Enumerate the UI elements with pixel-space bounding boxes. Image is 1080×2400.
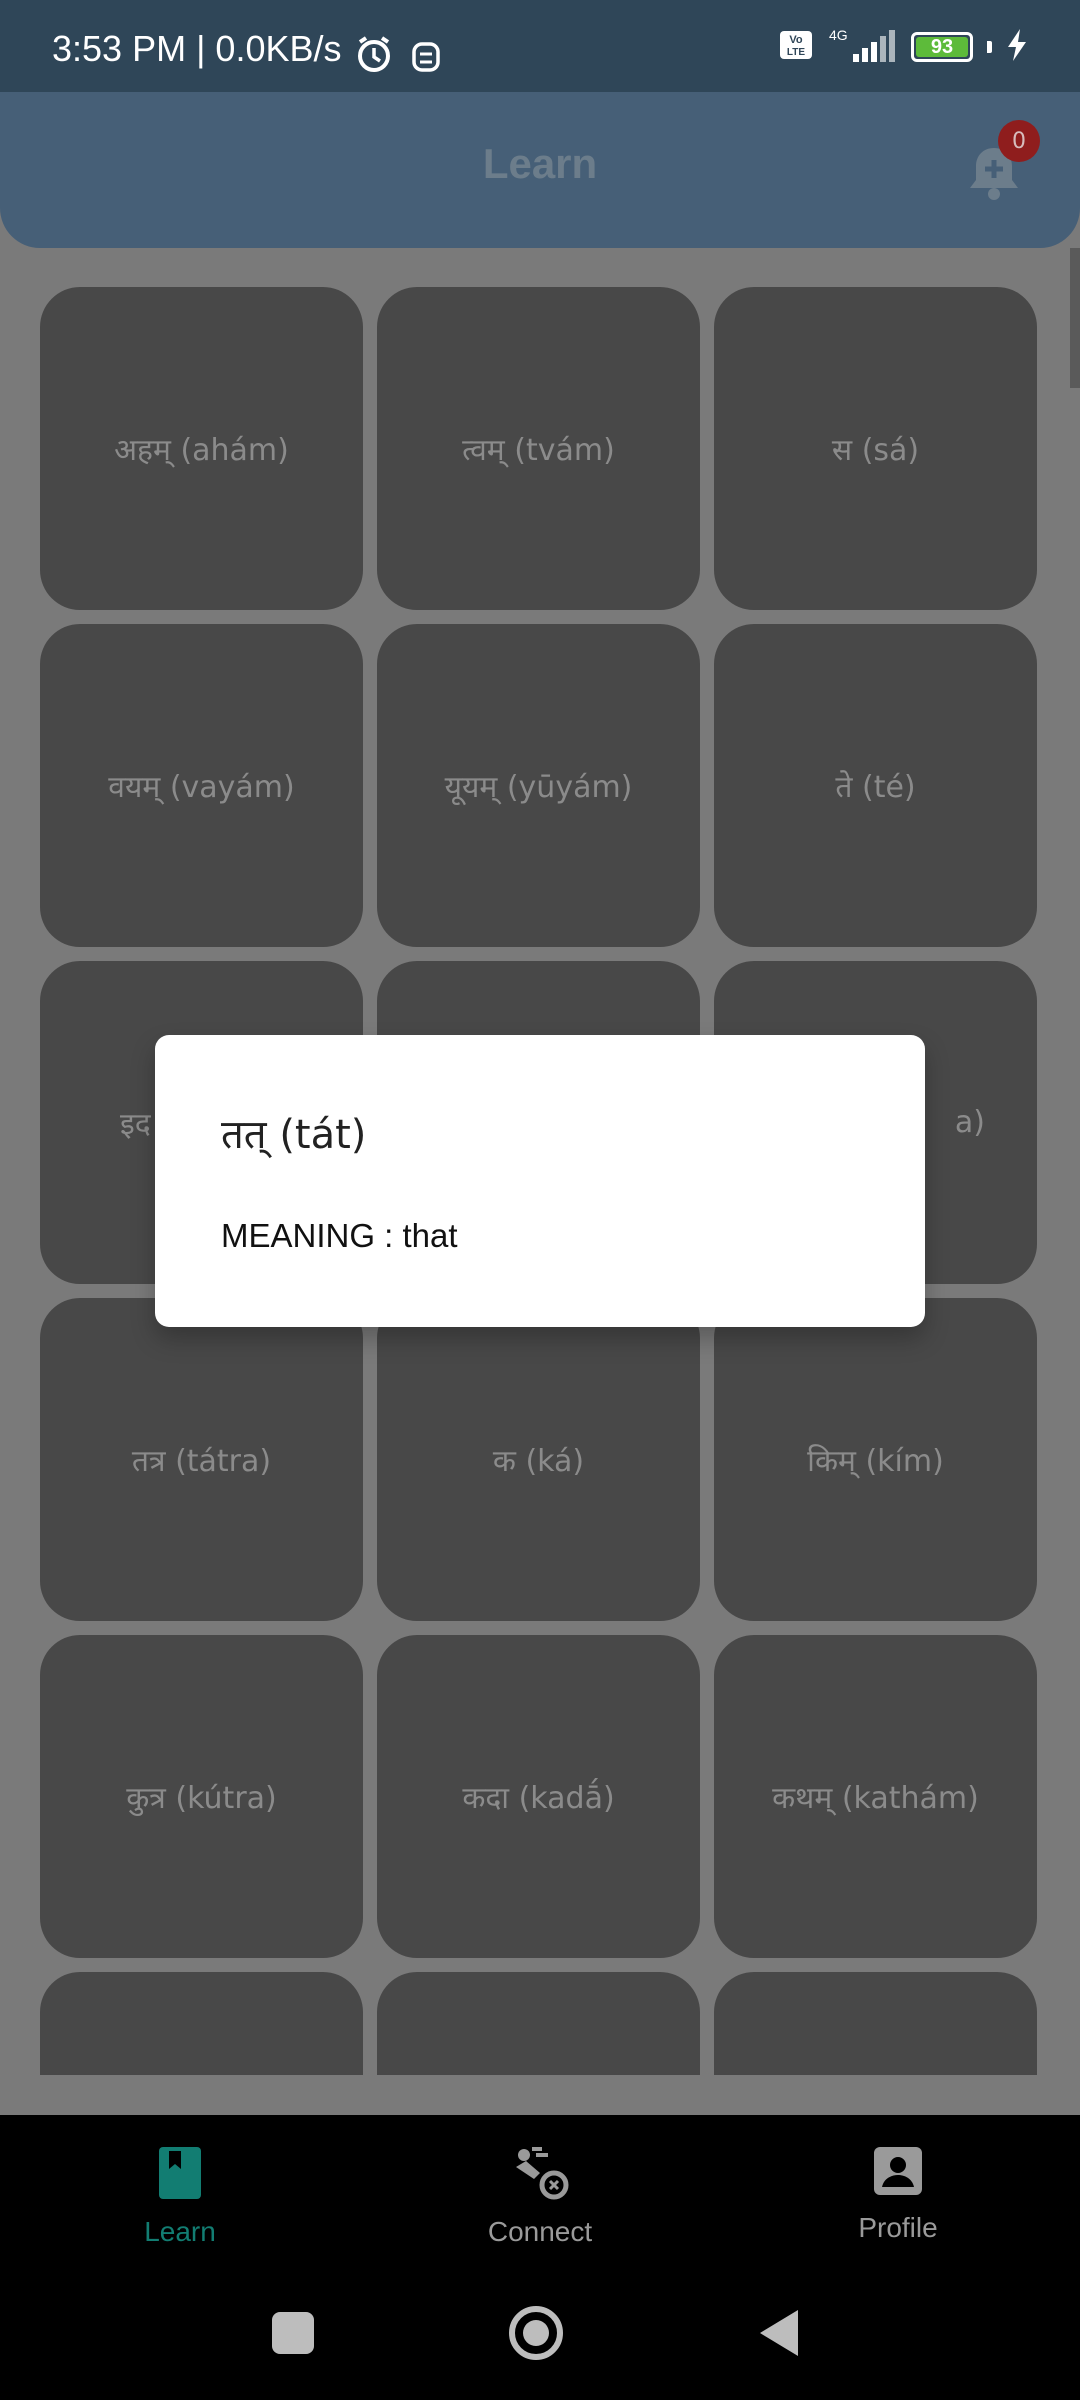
word-card-label: a)	[954, 1105, 985, 1140]
robot-icon	[410, 38, 442, 78]
battery-tip	[987, 41, 992, 53]
back-button[interactable]	[758, 2308, 802, 2362]
home-button[interactable]	[508, 2305, 564, 2365]
word-card[interactable]: तत्र (tátra)	[40, 1298, 363, 1621]
recents-button[interactable]	[272, 2312, 314, 2358]
nav-connect-label: Connect	[487, 2216, 593, 2247]
word-card[interactable]: ते (té)	[714, 624, 1037, 947]
word-card[interactable]: स (sá)	[714, 287, 1037, 610]
battery-level: 93	[930, 35, 954, 58]
book-icon	[157, 2147, 203, 2207]
word-card[interactable]: वयम् (vayám)	[40, 624, 363, 947]
word-card[interactable]: कथम् (kathám)	[714, 1635, 1037, 1958]
svg-text:4G: 4G	[829, 27, 848, 43]
volte-icon: Vo LTE	[779, 30, 813, 64]
status-icons: Vo LTE 4G 93	[779, 26, 1028, 68]
bell-plus-icon	[962, 148, 1026, 208]
alarm-icon	[354, 34, 394, 78]
status-time: 3:53 PM | 0.0KB/s	[52, 28, 342, 69]
word-card[interactable]: त्वम् (tvám)	[377, 287, 700, 610]
status-bar: 3:53 PM | 0.0KB/s Vo LTE 4G 93	[0, 0, 1080, 92]
word-card[interactable]: क (ká)	[377, 1298, 700, 1621]
word-card[interactable]: अहम् (ahám)	[40, 287, 363, 610]
word-card[interactable]: यूयम् (yūyám)	[377, 624, 700, 947]
nav-profile[interactable]: Profile	[798, 2145, 998, 2244]
nav-learn[interactable]: Learn	[80, 2145, 280, 2248]
word-meaning-dialog: तत् (tát) MEANING : that	[155, 1035, 925, 1327]
profile-icon	[872, 2147, 924, 2203]
battery-icon: 93	[911, 32, 973, 62]
page-title: Learn	[482, 140, 598, 187]
word-card[interactable]	[377, 1972, 700, 2075]
notification-button[interactable]: 0	[962, 120, 1040, 204]
scrollbar[interactable]	[1070, 248, 1080, 388]
word-card[interactable]: कुत्र (kútra)	[40, 1635, 363, 1958]
notification-badge: 0	[998, 120, 1040, 162]
bottom-navigation: Learn Connect Profile	[0, 2115, 1080, 2250]
dialog-meaning: MEANING : that	[221, 1217, 458, 1254]
svg-text:LTE: LTE	[787, 47, 805, 58]
word-card-label: इद	[120, 1107, 151, 1142]
word-card[interactable]	[714, 1972, 1037, 2075]
signal-icon: 4G	[827, 26, 897, 68]
dialog-title: तत् (tát)	[221, 1112, 367, 1158]
charging-icon	[1006, 28, 1028, 66]
app-bar: Learn 0	[0, 92, 1080, 248]
nav-learn-label: Learn	[144, 2216, 216, 2247]
svg-text:Vo: Vo	[789, 34, 803, 46]
nav-connect[interactable]: Connect	[440, 2145, 640, 2248]
word-card[interactable]: किम् (kím)	[714, 1298, 1037, 1621]
word-card[interactable]	[40, 1972, 363, 2075]
system-navigation	[0, 2250, 1080, 2400]
word-card[interactable]: कदा (kadā́)	[377, 1635, 700, 1958]
connect-icon	[510, 2147, 570, 2207]
nav-profile-label: Profile	[858, 2212, 938, 2243]
